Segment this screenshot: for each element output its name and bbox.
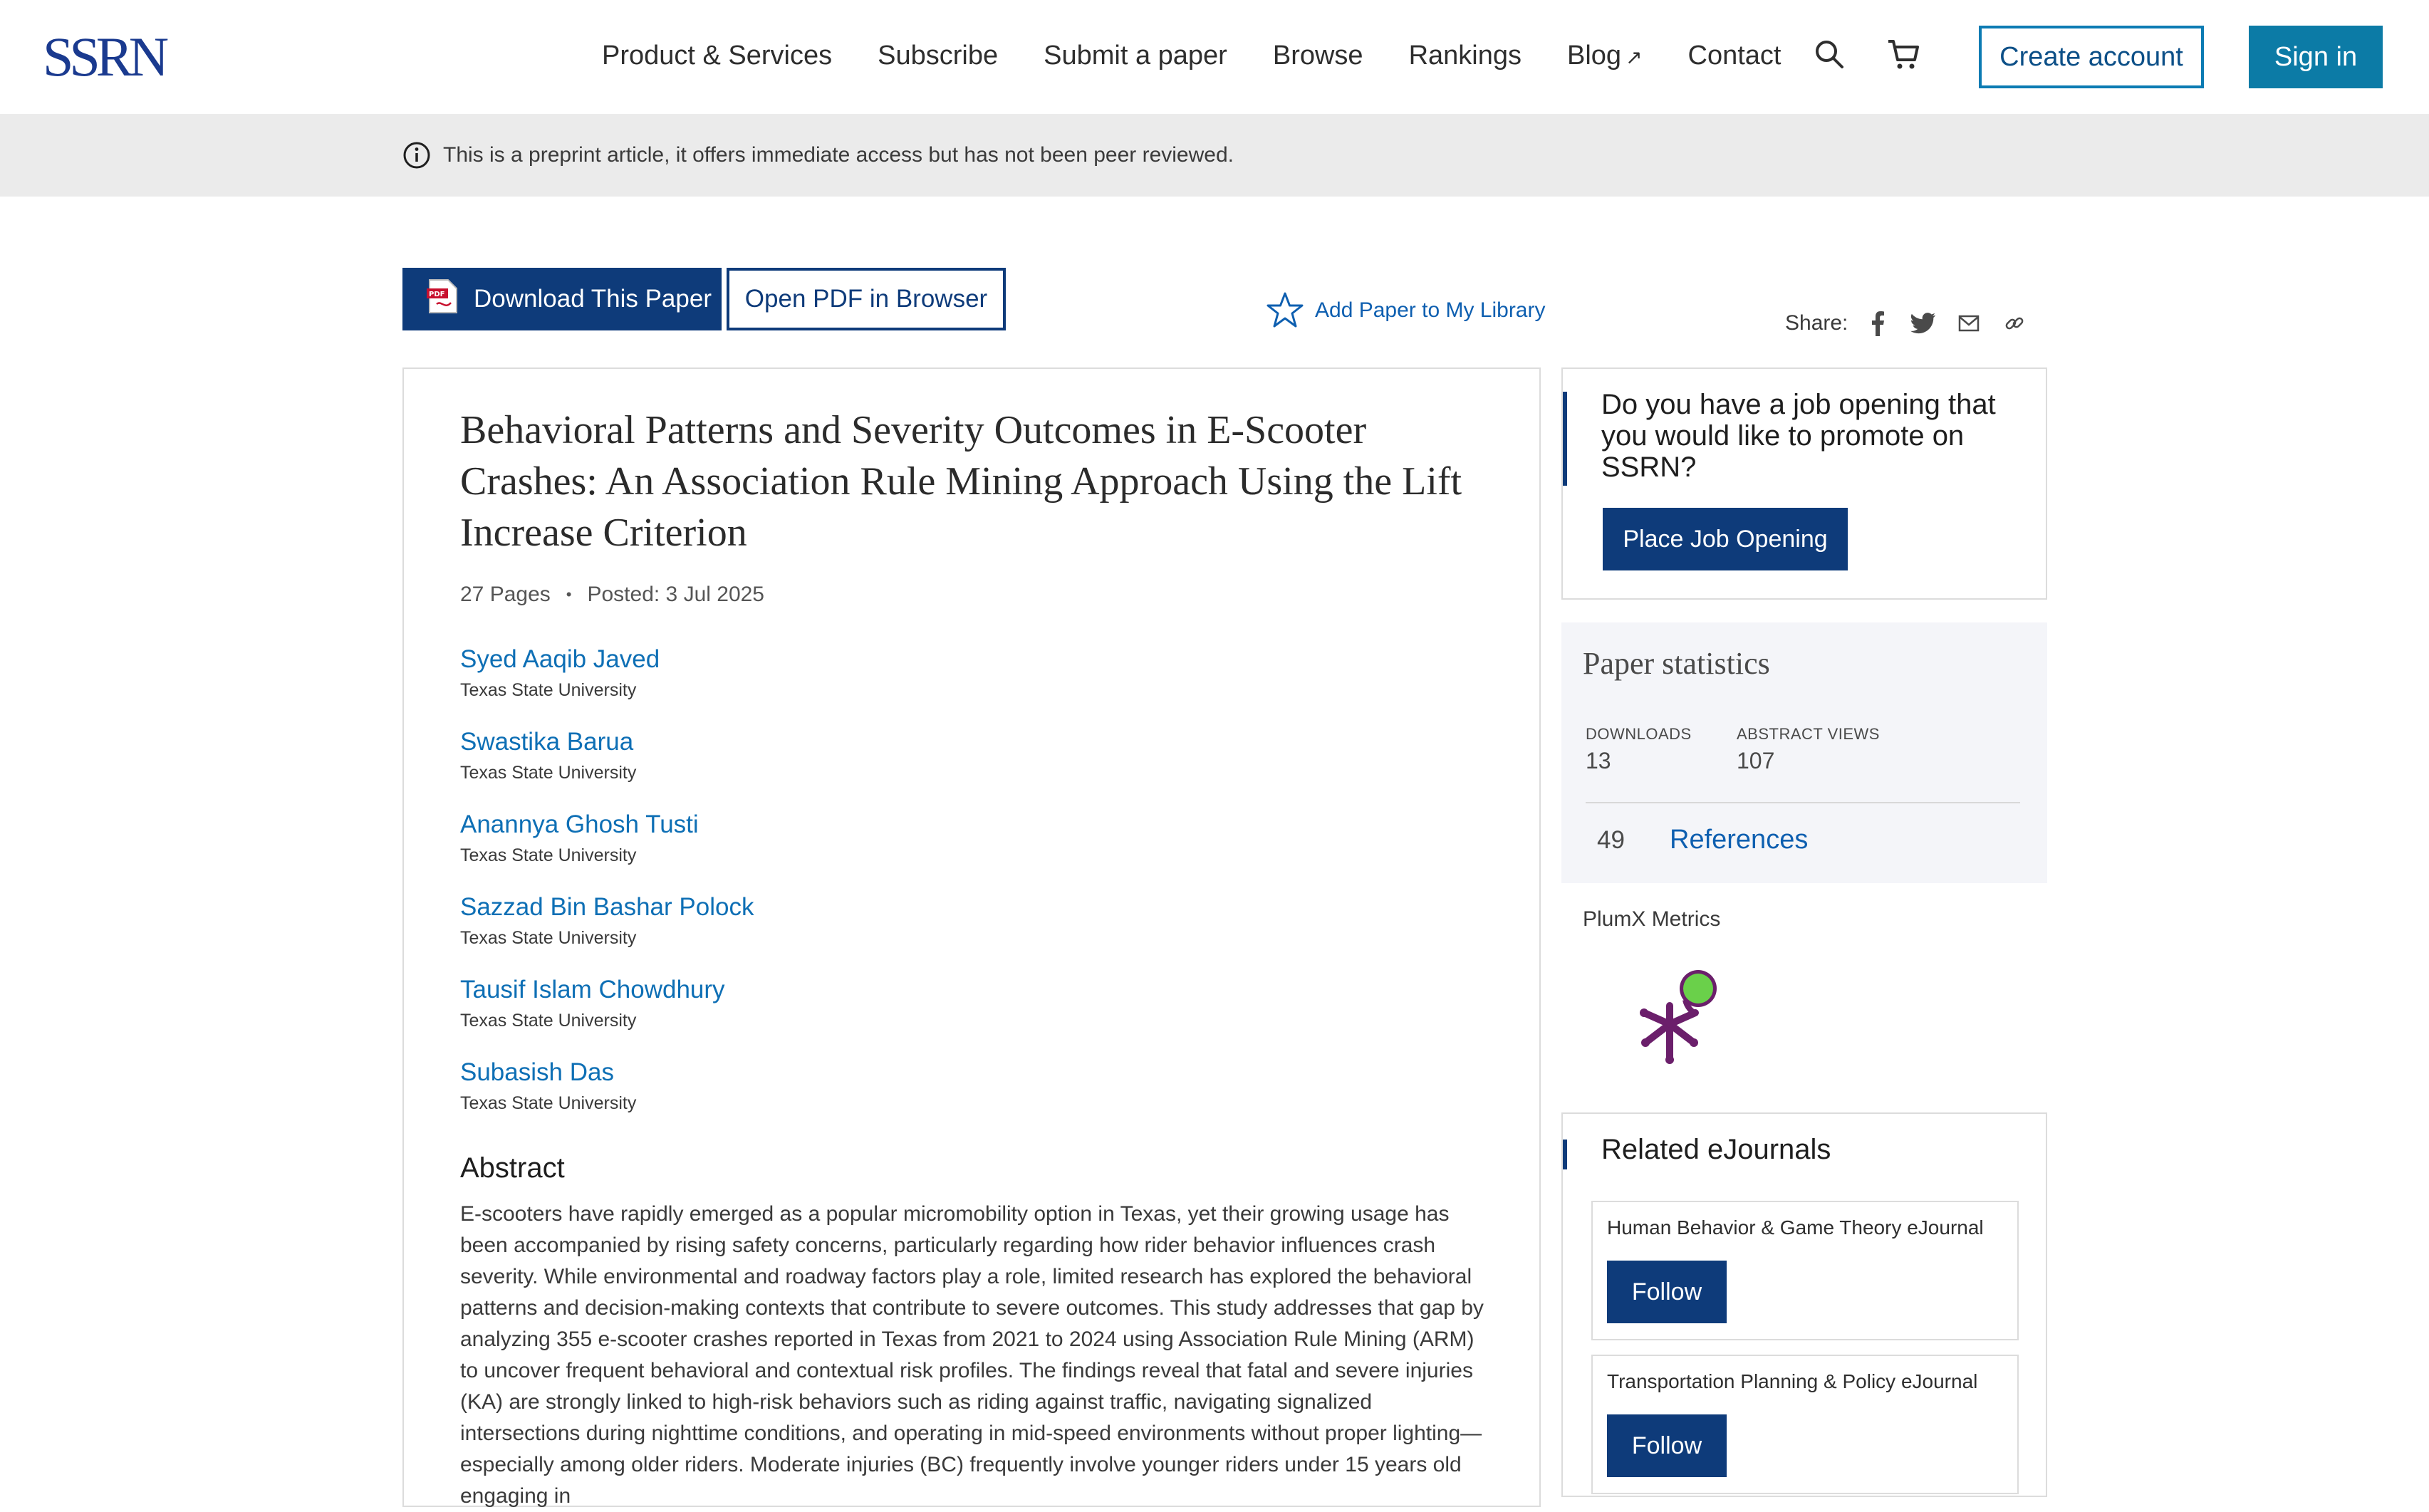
create-account-button[interactable]: Create account [1979, 26, 2204, 88]
mail-icon[interactable] [1955, 309, 1983, 338]
author-affiliation: Texas State University [460, 1011, 637, 1031]
external-link-icon: ↗ [1626, 46, 1643, 68]
author-name-link[interactable]: Tausif Islam Chowdhury [460, 973, 754, 1007]
cart-icon[interactable] [1883, 34, 1923, 74]
paper-title: Behavioral Patterns and Severity Outcome… [460, 408, 1462, 555]
nav-browse[interactable]: Browse [1273, 37, 1363, 76]
nav-submit-paper[interactable]: Submit a paper [1044, 37, 1227, 76]
author-name-link[interactable]: Syed Aaqib Javed [460, 642, 754, 677]
ejournal-item: Transportation Planning & Policy eJourna… [1591, 1355, 2019, 1494]
follow-button[interactable]: Follow [1607, 1414, 1727, 1477]
author-item: Syed Aaqib Javed Texas State University [460, 642, 754, 725]
download-paper-button[interactable]: PDF Download This Paper [402, 268, 722, 330]
nav-products[interactable]: Product & Services [602, 37, 832, 76]
share-label: Share: [1785, 311, 1848, 335]
facebook-icon[interactable] [1863, 309, 1892, 338]
references-count: 49 [1597, 826, 1625, 854]
add-to-library-link[interactable]: Add Paper to My Library [1265, 291, 1545, 330]
plumx-metrics-label: PlumX Metrics [1583, 907, 1721, 931]
author-affiliation: Texas State University [460, 1093, 637, 1113]
author-item: Subasish Das Texas State University [460, 1055, 754, 1138]
job-accent-bar [1563, 392, 1567, 486]
paper-statistics-title: Paper statistics [1583, 646, 1770, 681]
author-affiliation: Texas State University [460, 680, 637, 700]
ssrn-logo[interactable]: SSRN [43, 27, 169, 87]
search-icon[interactable] [1809, 34, 1849, 74]
site-header: SSRN Product & Services Subscribe Submit… [0, 0, 2429, 114]
download-paper-label: Download This Paper [474, 285, 712, 313]
open-pdf-button[interactable]: Open PDF in Browser [727, 268, 1006, 330]
author-item: Swastika Barua Texas State University [460, 725, 754, 808]
author-name-link[interactable]: Sazzad Bin Bashar Polock [460, 890, 754, 924]
page-count: 27 Pages [460, 583, 551, 606]
author-item: Sazzad Bin Bashar Polock Texas State Uni… [460, 890, 754, 973]
related-ejournals-title: Related eJournals [1601, 1134, 1831, 1165]
sign-in-button[interactable]: Sign in [2249, 26, 2383, 88]
references-link[interactable]: References [1670, 825, 1808, 855]
meta-separator: • [566, 585, 572, 603]
author-name-link[interactable]: Anannya Ghosh Tusti [460, 808, 754, 842]
nav-blog[interactable]: Blog ↗ [1567, 37, 1643, 76]
info-icon [402, 141, 431, 170]
plumx-icon[interactable] [1624, 963, 1731, 1070]
author-affiliation: Texas State University [460, 763, 637, 783]
abstract-views-label: ABSTRACT VIEWS [1737, 725, 1880, 743]
author-item: Anannya Ghosh Tusti Texas State Universi… [460, 808, 754, 890]
ejournal-name: Human Behavior & Game Theory eJournal [1607, 1216, 1984, 1239]
downloads-label: DOWNLOADS [1586, 725, 1692, 743]
star-icon [1266, 292, 1304, 328]
add-to-library-label: Add Paper to My Library [1315, 298, 1546, 322]
downloads-value: 13 [1586, 748, 1611, 773]
ejournal-item: Human Behavior & Game Theory eJournal Fo… [1591, 1201, 2019, 1340]
pdf-icon: PDF [427, 278, 459, 320]
author-item: Tausif Islam Chowdhury Texas State Unive… [460, 973, 754, 1055]
author-affiliation: Texas State University [460, 928, 637, 948]
link-icon[interactable] [2000, 309, 2029, 338]
nav-rankings[interactable]: Rankings [1409, 37, 1522, 76]
job-opening-prompt: Do you have a job opening that you would… [1601, 389, 1996, 483]
nav-subscribe[interactable]: Subscribe [878, 37, 998, 76]
abstract-heading: Abstract [460, 1152, 565, 1184]
svg-text:PDF: PDF [429, 291, 444, 298]
author-list: Syed Aaqib Javed Texas State University … [460, 642, 754, 1138]
paper-meta: 27 Pages • Posted: 3 Jul 2025 [460, 583, 764, 607]
posted-date: Posted: 3 Jul 2025 [587, 583, 764, 606]
abstract-views-value: 107 [1737, 748, 1775, 773]
author-name-link[interactable]: Swastika Barua [460, 725, 754, 759]
follow-button[interactable]: Follow [1607, 1261, 1727, 1323]
author-affiliation: Texas State University [460, 845, 637, 865]
nav-contact[interactable]: Contact [1688, 37, 1782, 76]
nav-blog-label: Blog [1566, 41, 1622, 71]
abstract-text: E-scooters have rapidly emerged as a pop… [460, 1202, 1484, 1508]
main-nav: Product & Services Subscribe Submit a pa… [602, 37, 1826, 76]
related-accent-bar [1563, 1140, 1567, 1169]
author-name-link[interactable]: Subasish Das [460, 1055, 754, 1090]
stats-divider [1586, 802, 2020, 803]
place-job-opening-button[interactable]: Place Job Opening [1603, 508, 1848, 570]
twitter-icon[interactable] [1909, 309, 1938, 338]
share-bar: Share: [1785, 309, 2046, 338]
ejournal-name: Transportation Planning & Policy eJourna… [1607, 1370, 1978, 1392]
preprint-notice-text: This is a preprint article, it offers im… [443, 143, 1234, 167]
